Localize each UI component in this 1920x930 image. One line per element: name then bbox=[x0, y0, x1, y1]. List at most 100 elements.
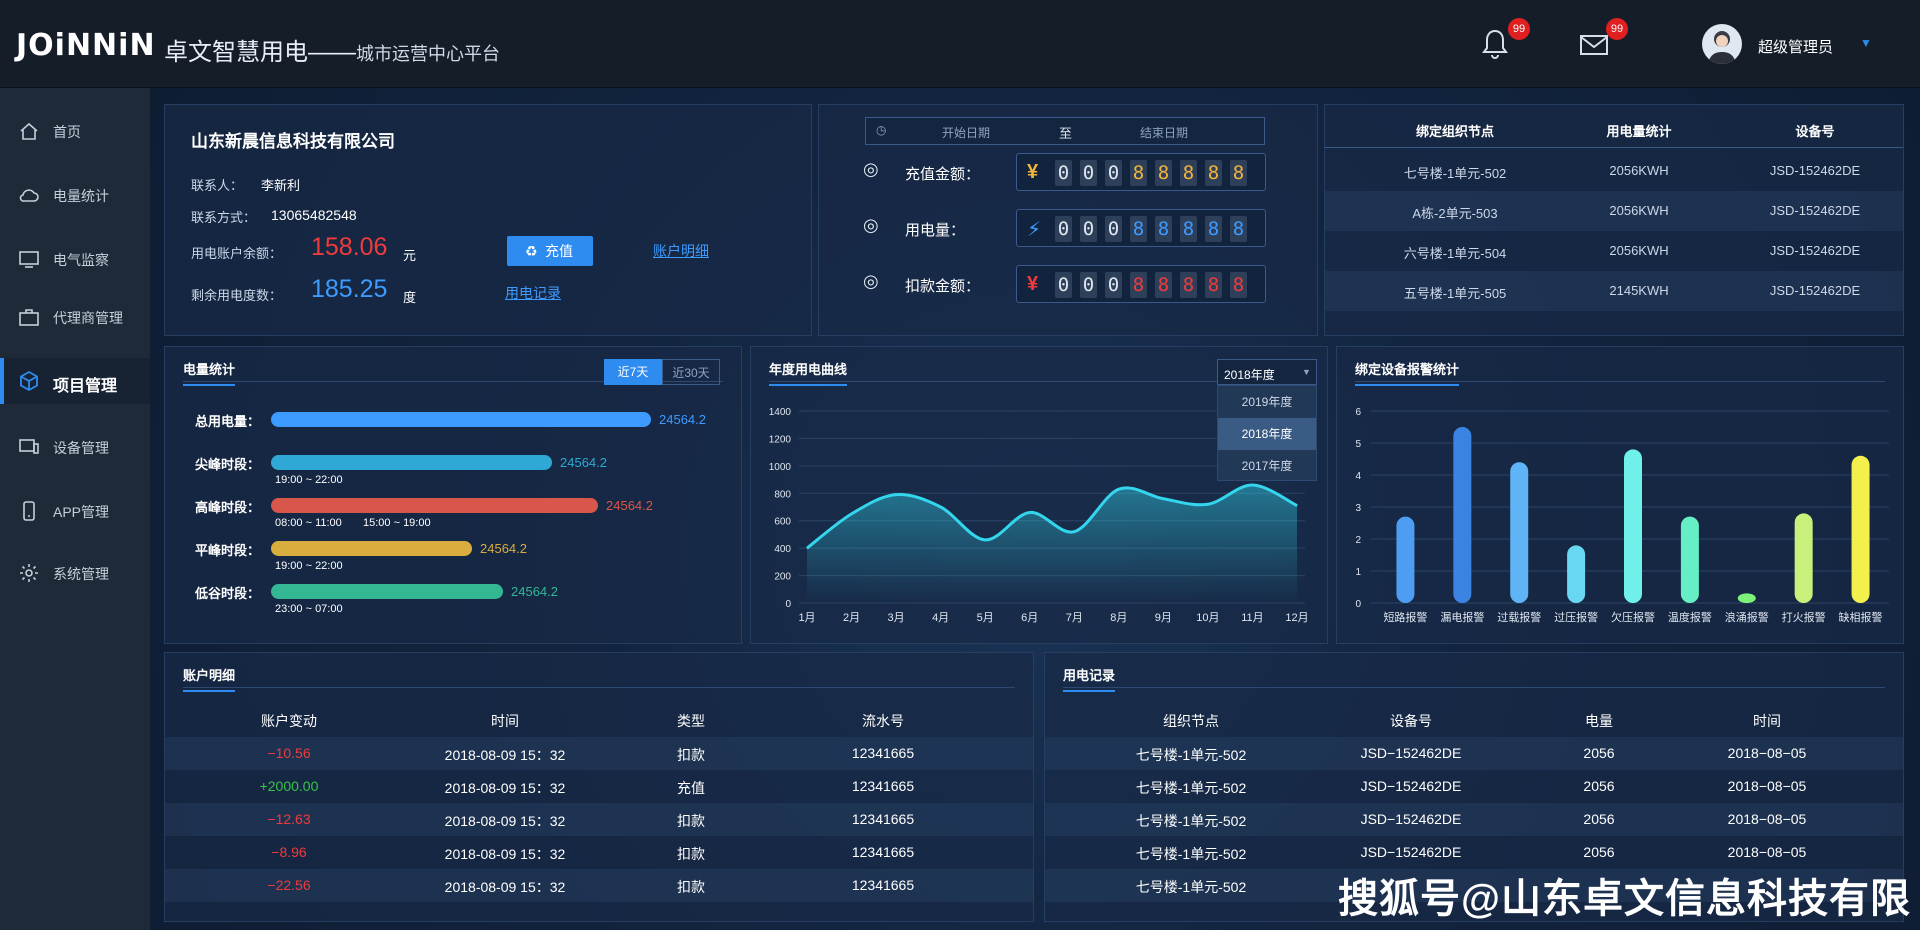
device-icon bbox=[19, 439, 39, 454]
binding-header: 设备号 bbox=[1795, 124, 1835, 139]
table-cell: 12341665 bbox=[851, 811, 915, 827]
x-tick-label: 11月 bbox=[1241, 612, 1263, 624]
sidebar-item-project[interactable]: 项目管理 bbox=[0, 358, 152, 404]
wallet-icon: ◎ bbox=[863, 271, 879, 291]
sidebar-item-agent[interactable]: 代理商管理 bbox=[0, 294, 150, 340]
sidebar-item-device[interactable]: 设备管理 bbox=[0, 424, 150, 470]
year-option-selected[interactable]: 2018年度 bbox=[1218, 418, 1316, 450]
avatar[interactable] bbox=[1702, 24, 1742, 64]
sidebar-item-power-stats[interactable]: 电量统计 bbox=[0, 172, 150, 218]
remain-label: 剩余用电度数： bbox=[191, 288, 283, 303]
account-panel: 山东新晨信息科技有限公司 联系人： 李新利 联系方式： 13065482548 … bbox=[164, 104, 812, 336]
counter-digit: 8 bbox=[1180, 216, 1197, 242]
table-cell: 七号楼-1单元-502 bbox=[1135, 846, 1247, 862]
start-date-input[interactable]: 开始日期 bbox=[942, 124, 990, 141]
x-tick-label: 9月 bbox=[1155, 612, 1172, 624]
gear-icon bbox=[20, 564, 38, 582]
table-row[interactable]: 六号楼-1单元-504 2056KWH JSD-152462DE bbox=[1325, 231, 1903, 271]
x-tick-label: 6月 bbox=[1021, 612, 1038, 624]
mail-badge: 99 bbox=[1606, 18, 1628, 40]
column-header: 电量 bbox=[1585, 713, 1613, 729]
column-header: 流水号 bbox=[862, 713, 904, 729]
table-cell: 2056KWH bbox=[1609, 163, 1669, 178]
notification-button[interactable]: 99 bbox=[1480, 18, 1530, 62]
table-cell: 2056 bbox=[1583, 844, 1615, 860]
data-point bbox=[1162, 498, 1164, 500]
chevron-down-icon[interactable]: ▼ bbox=[1860, 36, 1872, 50]
stat-value: 24564.2 bbox=[560, 455, 607, 470]
data-point bbox=[895, 494, 897, 496]
table-row[interactable]: 七号楼-1单元-502 JSD−152462DE 2056 2018−08−05 bbox=[1045, 737, 1903, 770]
column-header: 账户变动 bbox=[261, 713, 317, 729]
stat-bar bbox=[271, 584, 503, 599]
x-tick-label: 5月 bbox=[977, 612, 994, 624]
tab-30days[interactable]: 近30天 bbox=[662, 359, 720, 385]
counter-digit: 8 bbox=[1155, 160, 1172, 186]
annual-panel: 年度用电曲线 0 200 400 600 800 1000 1200 1400 1月 2月 3月 4月… bbox=[750, 346, 1328, 644]
username[interactable]: 超级管理员 bbox=[1758, 36, 1833, 57]
usage-record-link[interactable]: 用电记录 bbox=[505, 283, 561, 303]
data-point bbox=[1073, 531, 1075, 533]
date-range-picker[interactable]: ◷ 开始日期 至 结束日期 bbox=[865, 117, 1265, 145]
counter-display: ¥0 0 0 8 8 8 8 8 bbox=[1016, 153, 1266, 191]
ledger-panel: 账户明细 账户变动 时间 类型 流水号 −10.56 2018-08-09 15：32 扣… bbox=[164, 652, 1034, 922]
table-row[interactable]: 七号楼-1单元-502 JSD−152462DE 2056 2018−08−05 bbox=[1045, 836, 1903, 869]
x-tick-label: 漏电报警 bbox=[1440, 610, 1484, 624]
sidebar-item-app[interactable]: APP管理 bbox=[0, 488, 150, 534]
y-tick-label: 2 bbox=[1355, 535, 1361, 546]
table-row[interactable]: 七号楼-1单元-502 JSD−152462DE 2056 2018−08−05 bbox=[1045, 803, 1903, 836]
title-line bbox=[183, 687, 1015, 688]
table-row[interactable]: +2000.00 2018-08-09 15：32 充值 12341665 bbox=[165, 770, 1033, 803]
table-cell: 2018-08-09 15：32 bbox=[444, 879, 566, 895]
table-cell: 12341665 bbox=[851, 844, 915, 860]
table-row[interactable]: −10.56 2018-08-09 15：32 扣款 12341665 bbox=[165, 737, 1033, 770]
table-cell: 2145KWH bbox=[1609, 283, 1669, 298]
recharge-button[interactable]: ♻ 充值 bbox=[507, 236, 593, 266]
table-row[interactable]: −8.96 2018-08-09 15：32 扣款 12341665 bbox=[165, 836, 1033, 869]
x-tick-label: 1月 bbox=[798, 612, 815, 624]
sidebar-item-system[interactable]: 系统管理 bbox=[0, 550, 150, 596]
table-row[interactable]: 七号楼-1单元-502 2056KWH JSD-152462DE bbox=[1325, 151, 1903, 191]
year-dropdown: 2019年度 2018年度 2017年度 bbox=[1217, 385, 1317, 481]
divider bbox=[1325, 147, 1903, 148]
active-indicator bbox=[0, 358, 4, 404]
x-tick-label: 温度报警 bbox=[1668, 610, 1712, 624]
counter-digit: 0 bbox=[1055, 216, 1072, 242]
column-header: 类型 bbox=[677, 713, 705, 729]
year-option[interactable]: 2019年度 bbox=[1218, 386, 1316, 418]
table-row[interactable]: −12.63 2018-08-09 15：32 扣款 12341665 bbox=[165, 803, 1033, 836]
data-point bbox=[1207, 503, 1209, 505]
stats-panel: 电量统计 近7天 近30天 总用电量： 24564.2 尖峰时段： 24564.2 19… bbox=[164, 346, 742, 644]
end-date-input[interactable]: 结束日期 bbox=[1140, 124, 1188, 141]
sidebar-item-home[interactable]: 首页 bbox=[0, 108, 150, 154]
sidebar-item-monitor[interactable]: 电气监察 bbox=[0, 236, 150, 282]
counter-digit: 8 bbox=[1180, 160, 1197, 186]
table-cell: −22.56 bbox=[267, 877, 311, 893]
year-option[interactable]: 2017年度 bbox=[1218, 450, 1316, 482]
cloud-icon bbox=[19, 189, 39, 202]
y-tick-label: 0 bbox=[1355, 599, 1361, 610]
y-tick-label: 0 bbox=[785, 599, 791, 610]
year-select[interactable]: 2018年度 ▼ bbox=[1217, 359, 1317, 385]
counter-digit: 0 bbox=[1105, 160, 1122, 186]
table-row[interactable]: 五号楼-1单元-505 2145KWH JSD-152462DE bbox=[1325, 271, 1903, 311]
table-row[interactable]: −22.56 2018-08-09 15：32 扣款 12341665 bbox=[165, 869, 1033, 902]
table-row[interactable]: A栋-2单元-503 2056KWH JSD-152462DE bbox=[1325, 191, 1903, 231]
counter-symbol: ¥ bbox=[1027, 273, 1039, 295]
counter-symbol: ⚡ bbox=[1027, 219, 1042, 241]
account-detail-link[interactable]: 账户明细 bbox=[653, 241, 709, 261]
message-button[interactable]: 99 bbox=[1578, 18, 1628, 62]
phone-value: 13065482548 bbox=[271, 207, 357, 223]
y-tick-label: 600 bbox=[774, 517, 791, 528]
x-tick-label: 4月 bbox=[932, 612, 949, 624]
table-row[interactable]: 七号楼-1单元-502 JSD−152462DE 2056 2018−08−05 bbox=[1045, 770, 1903, 803]
table-cell: JSD-152462DE bbox=[1769, 203, 1861, 218]
table-cell: 2018-08-09 15：32 bbox=[444, 813, 566, 829]
table-cell: 充值 bbox=[677, 780, 705, 796]
counter-digit: 8 bbox=[1230, 272, 1247, 298]
stat-label: 高峰时段： bbox=[195, 500, 261, 515]
tab-7days[interactable]: 近7天 bbox=[604, 359, 662, 385]
stat-time: 08:00 ~ 11:00 bbox=[275, 517, 342, 529]
stat-bar bbox=[271, 455, 552, 470]
counter-digit: 0 bbox=[1080, 160, 1097, 186]
